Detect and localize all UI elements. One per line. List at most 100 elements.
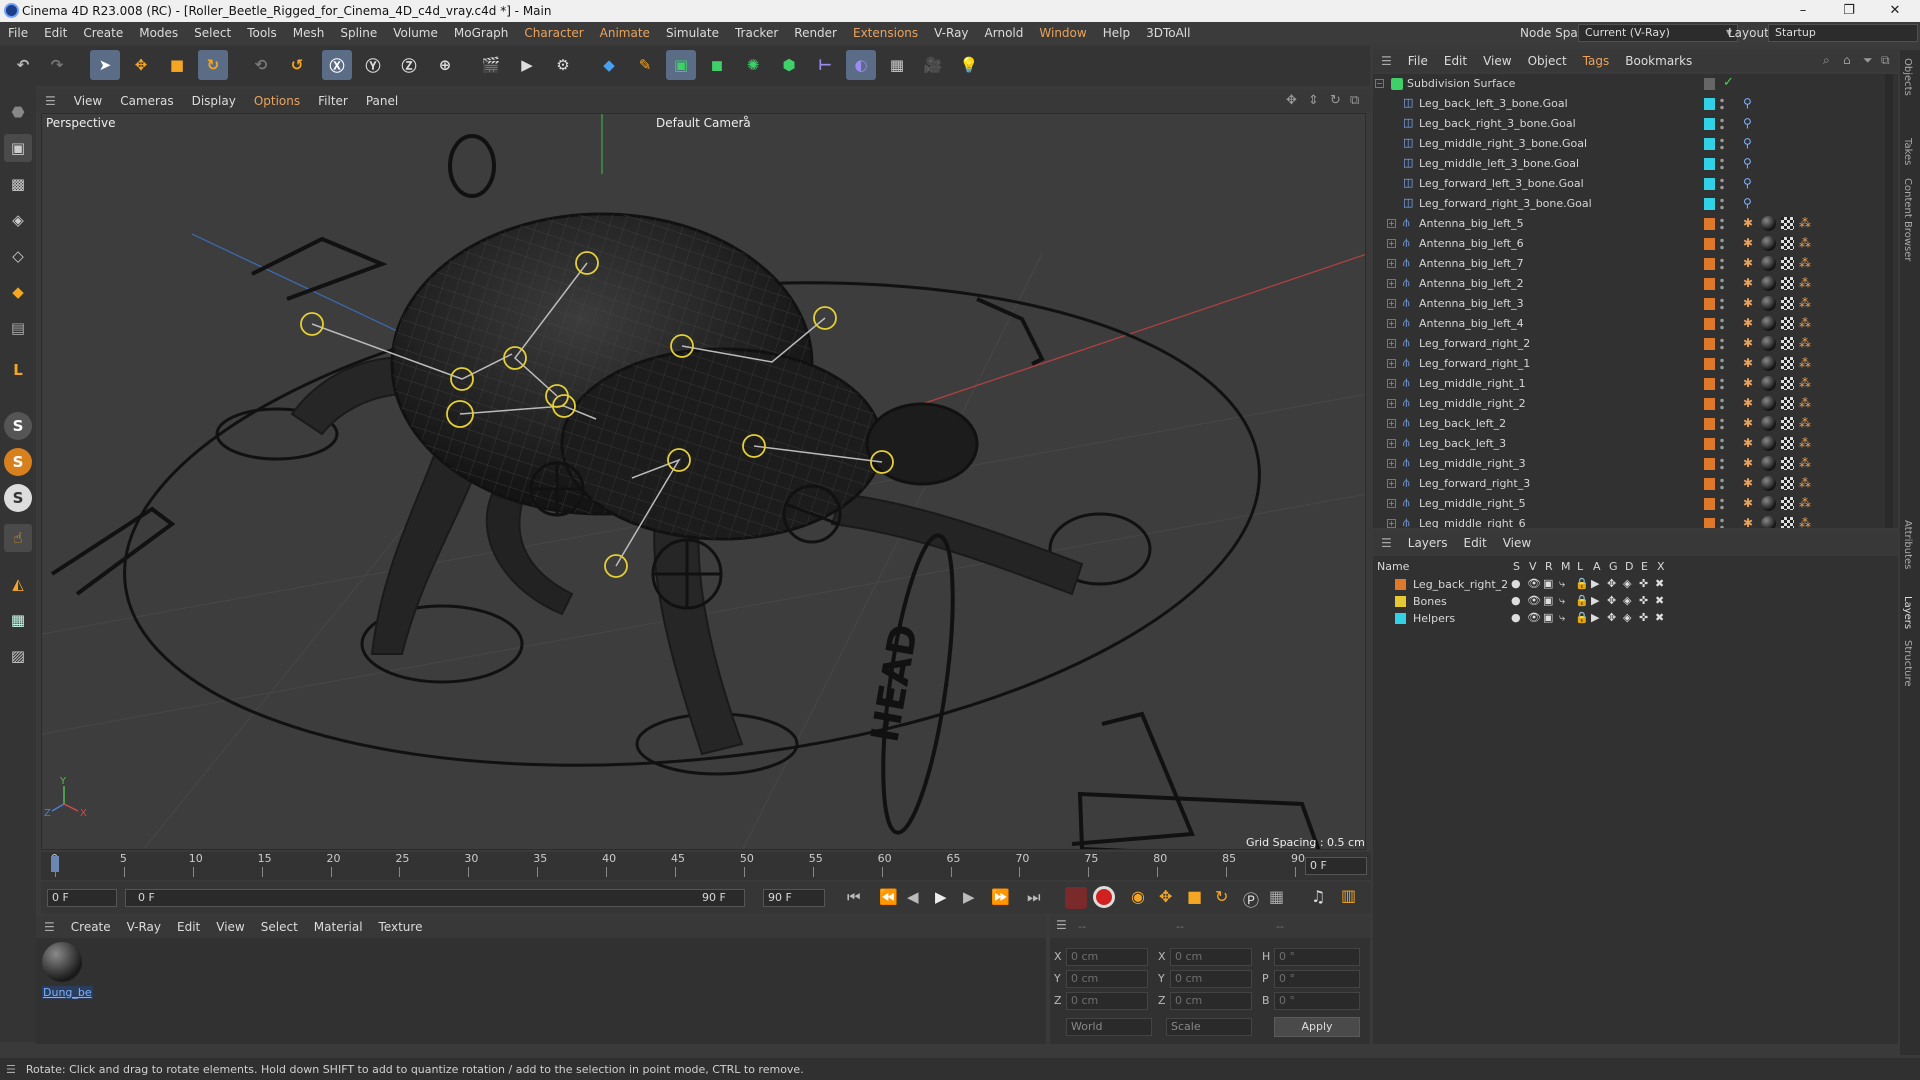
next-frame-icon[interactable]: ▶ <box>963 888 975 906</box>
checker-tag-icon[interactable] <box>1781 457 1794 470</box>
material-tag-icon[interactable] <box>1761 516 1776 528</box>
object-row-goal[interactable]: ◫ Leg_back_right_3_bone.Goal ⚲ <box>1373 114 1883 134</box>
restore-button[interactable]: ❐ <box>1826 0 1872 22</box>
object-row-bone[interactable]: + ⫛ Leg_forward_right_2 ✱ ⁂ <box>1373 334 1883 354</box>
menu-extensions[interactable]: Extensions <box>845 26 926 40</box>
menu-3dtoall[interactable]: 3DToAll <box>1138 26 1198 40</box>
lock-icon[interactable]: 🔒 <box>1575 611 1589 624</box>
tweak-icon[interactable]: ☝ <box>4 524 32 552</box>
object-row-bone[interactable]: + ⫛ Leg_middle_right_1 ✱ ⁂ <box>1373 374 1883 394</box>
generator-icon[interactable]: ✥ <box>1607 594 1616 607</box>
subdivision-icon[interactable]: ▣ <box>666 50 696 80</box>
move-icon[interactable]: ✥ <box>126 50 156 80</box>
side-tab-takes[interactable]: Takes <box>1902 138 1913 165</box>
new-window-icon[interactable]: ⧉ <box>1881 53 1890 68</box>
side-tab-objects[interactable]: Objects <box>1902 58 1913 96</box>
object-scrollbar[interactable] <box>1885 74 1893 528</box>
polygons-mode-icon[interactable]: ◆ <box>4 278 32 306</box>
expand-toggle-icon[interactable]: + <box>1387 279 1396 288</box>
ik-tag-icon[interactable]: ✱ <box>1743 476 1753 490</box>
layer-color-swatch[interactable] <box>1704 278 1715 290</box>
object-row-bone[interactable]: + ⫛ Leg_middle_right_2 ✱ ⁂ <box>1373 394 1883 414</box>
camera-icon[interactable]: 🎥 <box>918 50 948 80</box>
material-thumbnail[interactable] <box>42 942 82 982</box>
grid-icon[interactable]: ▦ <box>4 606 32 634</box>
coord-scale-dropdown[interactable]: Scale <box>1166 1018 1252 1036</box>
visibility-dots-icon[interactable] <box>1720 177 1724 191</box>
bend-deformer-icon[interactable]: ⊢ <box>810 50 840 80</box>
solo-icon[interactable]: ● <box>1511 611 1521 624</box>
material-name[interactable]: Dung_be <box>42 986 93 999</box>
visibility-dots-icon[interactable] <box>1720 237 1724 251</box>
close-button[interactable]: ✕ <box>1872 0 1918 22</box>
checker-tag-icon[interactable] <box>1781 417 1794 430</box>
prev-key-icon[interactable]: ⏪ <box>879 888 898 906</box>
object-row-goal[interactable]: ◫ Leg_middle_right_3_bone.Goal ⚲ <box>1373 134 1883 154</box>
coord-rot-p-field[interactable]: 0 ° <box>1274 970 1360 988</box>
layer-color-swatch[interactable] <box>1395 613 1406 624</box>
floor-icon[interactable]: ▦ <box>882 50 912 80</box>
render-settings-icon[interactable]: ⚙ <box>548 50 578 80</box>
menu-help[interactable]: Help <box>1095 26 1138 40</box>
timeline-playhead[interactable] <box>51 856 59 872</box>
go-to-start-icon[interactable]: ⏮ <box>847 888 861 906</box>
layer-color-swatch[interactable] <box>1704 438 1715 450</box>
constraint-tag-icon[interactable]: ⁂ <box>1799 316 1811 330</box>
object-menu-file[interactable]: File <box>1400 54 1436 68</box>
render-icon[interactable]: ▣ <box>1543 577 1553 590</box>
workplane-icon[interactable]: ◭ <box>4 570 32 598</box>
snap-enable-icon[interactable]: S <box>4 448 32 476</box>
material-menu-select[interactable]: Select <box>253 920 306 934</box>
viewport-maximize-icon[interactable]: ⧉ <box>1350 93 1359 108</box>
live-selection-icon[interactable]: ↺ <box>282 50 312 80</box>
material-tag-icon[interactable] <box>1761 456 1776 471</box>
checker-tag-icon[interactable] <box>1781 237 1794 250</box>
lock-icon[interactable]: 🔒 <box>1575 594 1589 607</box>
menu-mesh[interactable]: Mesh <box>285 26 333 40</box>
constraint-tag-icon[interactable]: ⁂ <box>1799 396 1811 410</box>
layer-menu-view[interactable]: View <box>1495 536 1539 550</box>
expand-toggle-icon[interactable]: + <box>1387 379 1396 388</box>
coord-pos-z-field[interactable]: 0 cm <box>1066 992 1148 1010</box>
collapse-toggle-icon[interactable]: − <box>1375 79 1384 88</box>
key-scale-icon[interactable]: ■ <box>1187 887 1202 906</box>
checker-tag-icon[interactable] <box>1781 397 1794 410</box>
next-key-icon[interactable]: ⏩ <box>991 888 1010 906</box>
constraint-tag-icon[interactable]: ⁂ <box>1799 216 1811 230</box>
hamburger-icon[interactable]: ☰ <box>6 1063 16 1076</box>
deformer-icon[interactable]: ⬢ <box>774 50 804 80</box>
current-frame-field[interactable]: 0 F <box>1305 857 1367 875</box>
hamburger-icon[interactable]: ☰ <box>1056 918 1067 932</box>
side-tab-attributes[interactable]: Attributes <box>1902 520 1913 569</box>
object-menu-tags[interactable]: Tags <box>1575 54 1618 68</box>
extrude-icon[interactable]: ◼ <box>702 50 732 80</box>
cube-icon[interactable]: ◆ <box>594 50 624 80</box>
visibility-dots-icon[interactable] <box>1720 157 1724 171</box>
visible-icon[interactable]: 👁 <box>1527 594 1541 607</box>
checker-tag-icon[interactable] <box>1781 437 1794 450</box>
layer-color-swatch[interactable] <box>1704 518 1715 528</box>
visibility-dots-icon[interactable] <box>1720 477 1724 491</box>
viewport-nav-zoom-icon[interactable]: ⇕ <box>1308 93 1319 108</box>
layer-color-swatch[interactable] <box>1704 358 1715 370</box>
checker-tag-icon[interactable] <box>1781 377 1794 390</box>
checker-tag-icon[interactable] <box>1781 357 1794 370</box>
deformer-icon[interactable]: ◈ <box>1623 594 1631 607</box>
layer-color-swatch[interactable] <box>1704 318 1715 330</box>
ik-tag-icon[interactable]: ✱ <box>1743 356 1753 370</box>
checker-tag-icon[interactable] <box>1781 477 1794 490</box>
expand-toggle-icon[interactable]: + <box>1387 459 1396 468</box>
animation-icon[interactable]: ▶ <box>1591 611 1599 624</box>
object-row-bone[interactable]: + ⫛ Leg_middle_right_3 ✱ ⁂ <box>1373 454 1883 474</box>
layer-menu-edit[interactable]: Edit <box>1455 536 1494 550</box>
layer-name[interactable]: Bones <box>1413 595 1447 608</box>
range-slider[interactable]: 0 F 90 F <box>125 889 745 907</box>
layer-color-swatch[interactable] <box>1704 398 1715 410</box>
object-row-bone[interactable]: + ⫛ Leg_middle_right_6 ✱ ⁂ <box>1373 514 1883 528</box>
visibility-dots-icon[interactable] <box>1720 197 1724 211</box>
object-row-goal[interactable]: ◫ Leg_forward_left_3_bone.Goal ⚲ <box>1373 174 1883 194</box>
ik-tag-icon[interactable]: ✱ <box>1743 296 1753 310</box>
redo-icon[interactable]: ↷ <box>42 50 72 80</box>
material-tag-icon[interactable] <box>1761 336 1776 351</box>
select-cursor-icon[interactable]: ➤ <box>90 50 120 80</box>
